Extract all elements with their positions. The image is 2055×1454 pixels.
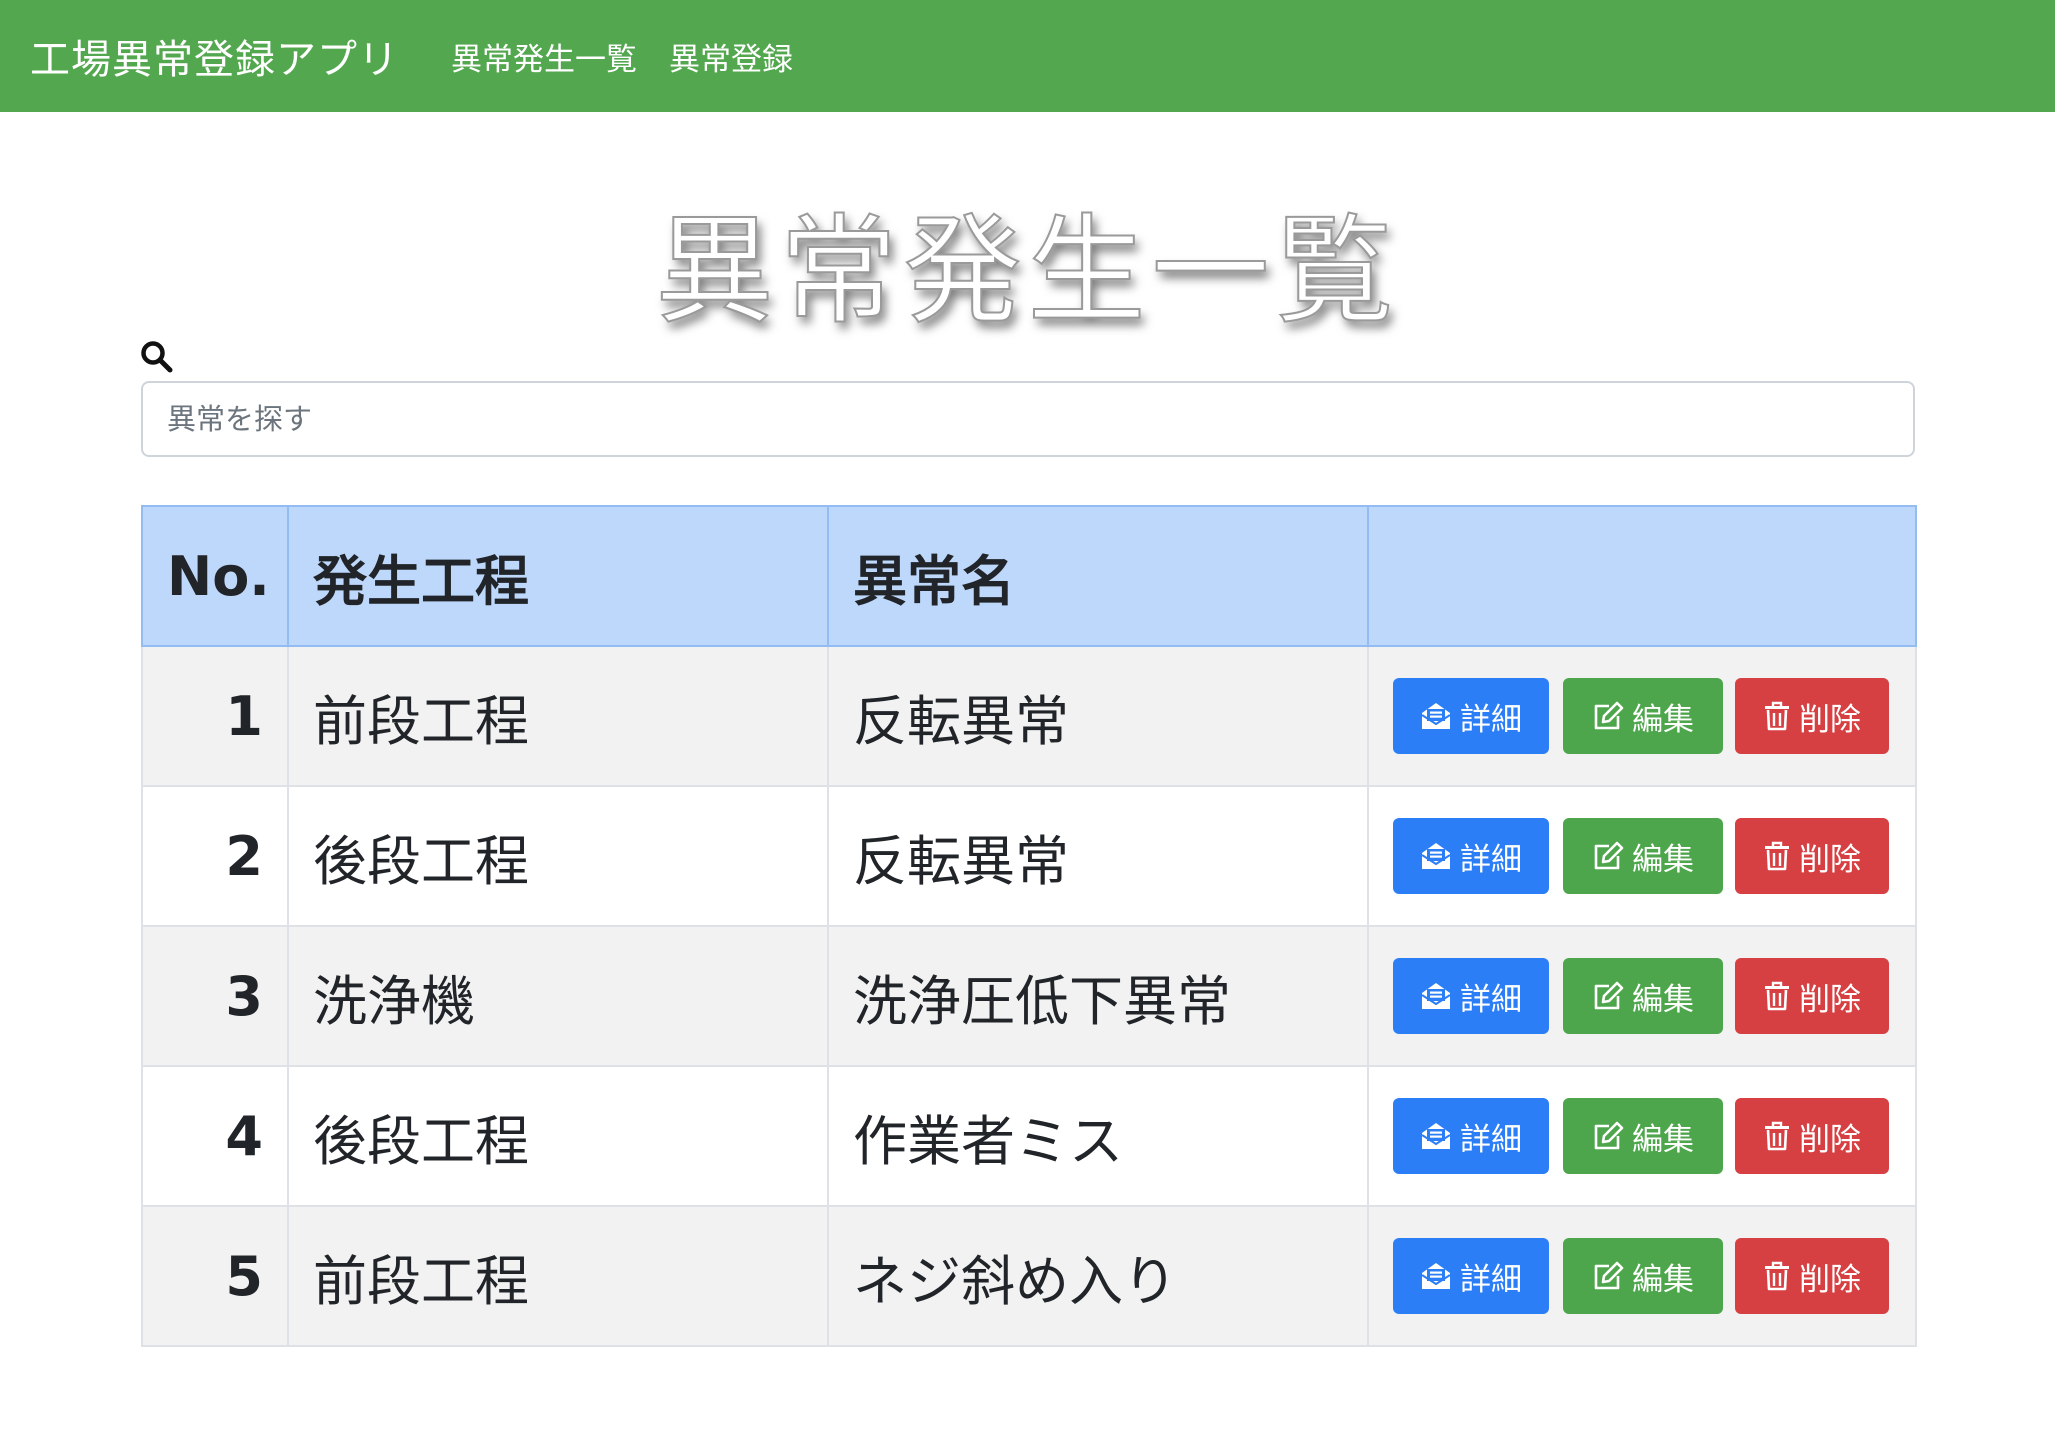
row-actions: 詳細 編集 削除 [1367,645,1917,787]
row-process: 後段工程 [287,785,829,927]
delete-button[interactable]: 削除 [1735,1238,1889,1314]
row-process: 前段工程 [287,1205,829,1347]
top-navbar: 工場異常登録アプリ 異常発生一覧 異常登録 [0,0,2055,112]
row-actions: 詳細 編集 削除 [1367,925,1917,1067]
envelope-open-text-icon [1420,841,1460,871]
detail-button[interactable]: 詳細 [1393,678,1549,754]
row-number: 5 [141,1205,289,1347]
search-input[interactable] [141,381,1915,457]
delete-button-label: 削除 [1799,841,1861,878]
table-body: 1 前段工程 反転異常 詳細 編集 削除 2 後段工程 反転異常 詳細 編集 削除 3 洗浄機 洗浄圧低下異… [141,645,1917,1347]
envelope-open-text-icon [1420,981,1460,1011]
table-row: 4 後段工程 作業者ミス 詳細 編集 削除 [141,1065,1917,1207]
envelope-open-text-icon [1420,1121,1460,1151]
row-anomaly-name: 作業者ミス [827,1065,1369,1207]
detail-button-label: 詳細 [1460,981,1522,1018]
nav-link-list[interactable]: 異常発生一覧 [451,34,637,79]
header-actions [1367,505,1917,647]
header-no: No. [141,505,289,647]
delete-button-label: 削除 [1799,981,1861,1018]
envelope-open-text-icon [1420,701,1460,731]
edit-button[interactable]: 編集 [1563,1098,1723,1174]
row-number: 4 [141,1065,289,1207]
table-header-row: No. 発生工程 異常名 [141,505,1917,647]
detail-button[interactable]: 詳細 [1393,1238,1549,1314]
row-number: 1 [141,645,289,787]
table-row: 2 後段工程 反転異常 詳細 編集 削除 [141,785,1917,927]
edit-icon [1592,1121,1632,1151]
row-anomaly-name: 反転異常 [827,785,1369,927]
app-brand[interactable]: 工場異常登録アプリ [30,27,399,85]
table-row: 3 洗浄機 洗浄圧低下異常 詳細 編集 削除 [141,925,1917,1067]
edit-button-label: 編集 [1632,841,1694,878]
detail-button-label: 詳細 [1460,1261,1522,1298]
detail-button[interactable]: 詳細 [1393,818,1549,894]
delete-button-label: 削除 [1799,1261,1861,1298]
detail-button[interactable]: 詳細 [1393,1098,1549,1174]
edit-button-label: 編集 [1632,1261,1694,1298]
edit-button[interactable]: 編集 [1563,818,1723,894]
edit-button-label: 編集 [1632,1121,1694,1158]
row-process: 洗浄機 [287,925,829,1067]
delete-button[interactable]: 削除 [1735,958,1889,1034]
row-actions: 詳細 編集 削除 [1367,785,1917,927]
edit-button-label: 編集 [1632,981,1694,1018]
edit-icon [1592,981,1632,1011]
edit-icon [1592,1261,1632,1291]
delete-button[interactable]: 削除 [1735,818,1889,894]
detail-button[interactable]: 詳細 [1393,958,1549,1034]
edit-button[interactable]: 編集 [1563,958,1723,1034]
delete-button[interactable]: 削除 [1735,678,1889,754]
row-actions: 詳細 編集 削除 [1367,1205,1917,1347]
detail-button-label: 詳細 [1460,841,1522,878]
header-process: 発生工程 [287,505,829,647]
detail-button-label: 詳細 [1460,701,1522,738]
trash-icon [1763,701,1799,731]
nav-link-register[interactable]: 異常登録 [669,34,793,79]
row-actions: 詳細 編集 削除 [1367,1065,1917,1207]
delete-button-label: 削除 [1799,701,1861,738]
row-anomaly-name: 反転異常 [827,645,1369,787]
edit-button[interactable]: 編集 [1563,678,1723,754]
edit-icon [1592,841,1632,871]
page-title: 異常発生一覧 [654,201,1400,341]
anomaly-table: No. 発生工程 異常名 1 前段工程 反転異常 詳細 編集 削除 2 後段工程 反転異常 詳細編… [141,505,1917,1347]
edit-button[interactable]: 編集 [1563,1238,1723,1314]
delete-button-label: 削除 [1799,1121,1861,1158]
envelope-open-text-icon [1420,1261,1460,1291]
row-anomaly-name: 洗浄圧低下異常 [827,925,1369,1067]
edit-button-label: 編集 [1632,701,1694,738]
header-anomaly-name: 異常名 [827,505,1369,647]
row-anomaly-name: ネジ斜め入り [827,1205,1369,1347]
delete-button[interactable]: 削除 [1735,1098,1889,1174]
row-number: 3 [141,925,289,1067]
table-row: 1 前段工程 反転異常 詳細 編集 削除 [141,645,1917,787]
row-process: 後段工程 [287,1065,829,1207]
row-process: 前段工程 [287,645,829,787]
row-number: 2 [141,785,289,927]
trash-icon [1763,1261,1799,1291]
search-icon [140,340,174,374]
table-row: 5 前段工程 ネジ斜め入り 詳細 編集 削除 [141,1205,1917,1347]
trash-icon [1763,841,1799,871]
trash-icon [1763,1121,1799,1151]
trash-icon [1763,981,1799,1011]
edit-icon [1592,701,1632,731]
detail-button-label: 詳細 [1460,1121,1522,1158]
